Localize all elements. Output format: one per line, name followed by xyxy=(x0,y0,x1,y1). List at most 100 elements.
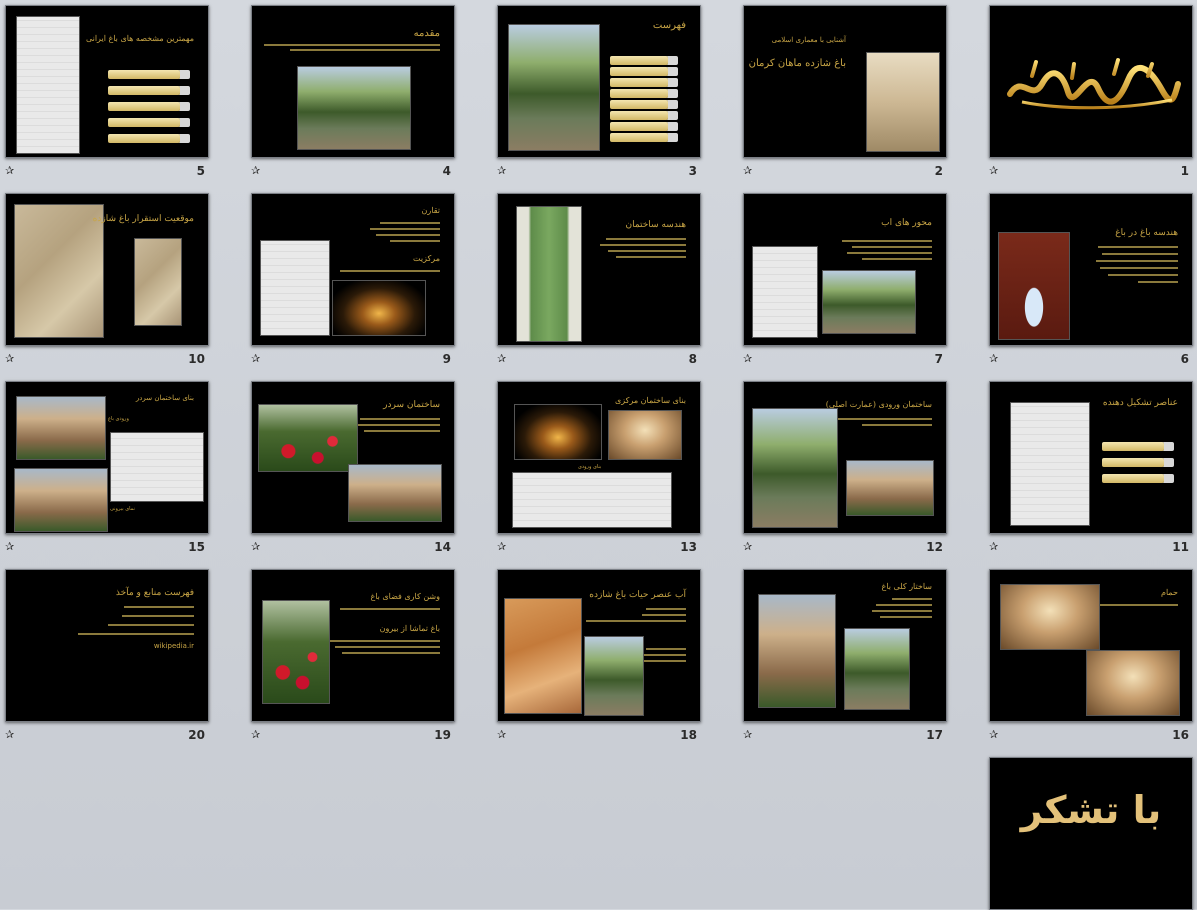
garden-aerial xyxy=(134,238,182,326)
menu-item xyxy=(610,78,668,87)
slide-preview[interactable]: بنای ساختمان سردر ورودی باغ نمای بیرونی xyxy=(5,381,209,534)
bath-interior-photo xyxy=(1000,584,1100,650)
menu-item xyxy=(610,89,668,98)
star-icon[interactable]: ✰ xyxy=(743,729,752,741)
text-line xyxy=(608,250,686,252)
star-icon[interactable]: ✰ xyxy=(5,729,14,741)
star-icon[interactable]: ✰ xyxy=(251,165,260,177)
slide-number: 6 xyxy=(1180,352,1189,366)
slide-number: 3 xyxy=(688,164,697,178)
slide-preview[interactable] xyxy=(989,5,1193,158)
text-line xyxy=(1108,274,1178,276)
slide-preview[interactable]: فهرست منابع و مآخذ wikipedia.ir xyxy=(5,569,209,722)
text-line xyxy=(340,270,440,272)
slide-preview[interactable]: ساختمان ورودی (عمارت اصلی) xyxy=(743,381,947,534)
slide-preview[interactable]: موقعیت استقرار باغ شازده xyxy=(5,193,209,346)
slide-preview[interactable]: فهرست xyxy=(497,5,701,158)
colonnade-photo xyxy=(758,594,836,708)
star-icon[interactable]: ✰ xyxy=(989,729,998,741)
text-line xyxy=(78,633,194,635)
text-line xyxy=(1102,253,1178,255)
slide-title: مهمترین مشخصه های باغ ایرانی xyxy=(85,34,194,43)
slide-title: موقعیت استقرار باغ شازده xyxy=(92,214,194,224)
text-line xyxy=(1098,246,1178,248)
photo-caption: نمای بیرونی xyxy=(110,506,135,512)
slide-preview[interactable]: تقارن مرکزیت xyxy=(251,193,455,346)
axis-plan xyxy=(752,246,818,338)
plan-caption: بنای ورودی xyxy=(578,464,602,470)
slide-number: 1 xyxy=(1180,164,1189,178)
slide-number: 7 xyxy=(934,352,943,366)
star-icon[interactable]: ✰ xyxy=(5,541,14,553)
reference-url: wikipedia.ir xyxy=(153,642,194,650)
slide-preview[interactable]: ساختار کلی باغ xyxy=(743,569,947,722)
slide-title: تقارن xyxy=(421,206,440,215)
menu-item xyxy=(1102,474,1164,483)
elements-plan xyxy=(1010,402,1090,526)
text-line xyxy=(876,604,932,606)
star-icon[interactable]: ✰ xyxy=(251,353,260,365)
slide-title: فهرست xyxy=(652,20,686,31)
menu-item xyxy=(610,56,668,65)
star-icon[interactable]: ✰ xyxy=(743,165,752,177)
slide-number: 20 xyxy=(188,728,205,742)
text-line xyxy=(862,258,932,260)
text-line xyxy=(124,606,194,608)
site-plan-green xyxy=(516,206,582,342)
star-icon[interactable]: ✰ xyxy=(743,353,752,365)
menu-item xyxy=(108,134,180,143)
text-line xyxy=(600,244,686,246)
slide-preview[interactable]: ساختمان سردر xyxy=(251,381,455,534)
symmetry-plan xyxy=(260,240,330,336)
text-line xyxy=(892,598,932,600)
slide-sorter: ✰ 1 آشنایی با معماری اسلامی باغ شازده ماهان… xyxy=(0,0,1197,910)
slide-preview[interactable]: بنای ساختمان مرکزی بنای ورودی xyxy=(497,381,701,534)
slide-number: 14 xyxy=(434,540,451,554)
slide-number: 2 xyxy=(934,164,943,178)
bismillah-calligraphy xyxy=(1002,54,1182,114)
slide-preview[interactable]: آشنایی با معماری اسلامی باغ شازده ماهان ک… xyxy=(743,5,947,158)
star-icon[interactable]: ✰ xyxy=(497,541,506,553)
slide-preview[interactable]: محور های اب xyxy=(743,193,947,346)
star-icon[interactable]: ✰ xyxy=(989,353,998,365)
slide-preview[interactable]: وشن کاری فضای باغ باغ تماشا از بیرون xyxy=(251,569,455,722)
slide-preview[interactable]: حمام xyxy=(989,569,1193,722)
text-line xyxy=(264,44,440,46)
slide-number: 13 xyxy=(680,540,697,554)
star-icon[interactable]: ✰ xyxy=(497,729,506,741)
slide-preview[interactable]: هندسه باغ در باغ xyxy=(989,193,1193,346)
star-icon[interactable]: ✰ xyxy=(5,353,14,365)
slide-preview[interactable]: با تشکر xyxy=(989,757,1193,910)
slide-number: 16 xyxy=(1172,728,1189,742)
menu-item xyxy=(108,86,180,95)
slide-preview[interactable]: مقدمه xyxy=(251,5,455,158)
slide-preview[interactable]: هندسه ساختمان xyxy=(497,193,701,346)
slide-title: بنای ساختمان مرکزی xyxy=(614,396,686,405)
slide-number: 17 xyxy=(926,728,943,742)
cascade-photo xyxy=(844,628,910,710)
star-icon[interactable]: ✰ xyxy=(743,541,752,553)
star-icon[interactable]: ✰ xyxy=(497,165,506,177)
slide-title: مقدمه xyxy=(413,28,440,39)
star-icon[interactable]: ✰ xyxy=(497,353,506,365)
garden-plan xyxy=(16,16,80,154)
slide-title: هندسه باغ در باغ xyxy=(1115,228,1178,238)
star-icon[interactable]: ✰ xyxy=(251,729,260,741)
menu-item xyxy=(610,133,668,142)
menu-item xyxy=(108,70,180,79)
slide-number: 8 xyxy=(688,352,697,366)
gate-side-photo xyxy=(14,468,108,532)
star-icon[interactable]: ✰ xyxy=(989,541,998,553)
star-icon[interactable]: ✰ xyxy=(989,165,998,177)
slide-number: 15 xyxy=(188,540,205,554)
slide-preview[interactable]: عناصر تشکیل دهنده xyxy=(989,381,1193,534)
gate-plan xyxy=(110,432,204,502)
menu-item xyxy=(108,102,180,111)
slide-preview[interactable]: مهمترین مشخصه های باغ ایرانی xyxy=(5,5,209,158)
slide-title: باغ شازده ماهان کرمان xyxy=(748,58,846,69)
star-icon[interactable]: ✰ xyxy=(251,541,260,553)
slide-preview[interactable]: آب عنصر حیات باغ شازده xyxy=(497,569,701,722)
star-icon[interactable]: ✰ xyxy=(5,165,14,177)
slide-title: ساختمان ورودی (عمارت اصلی) xyxy=(825,400,932,409)
text-line xyxy=(642,614,686,616)
